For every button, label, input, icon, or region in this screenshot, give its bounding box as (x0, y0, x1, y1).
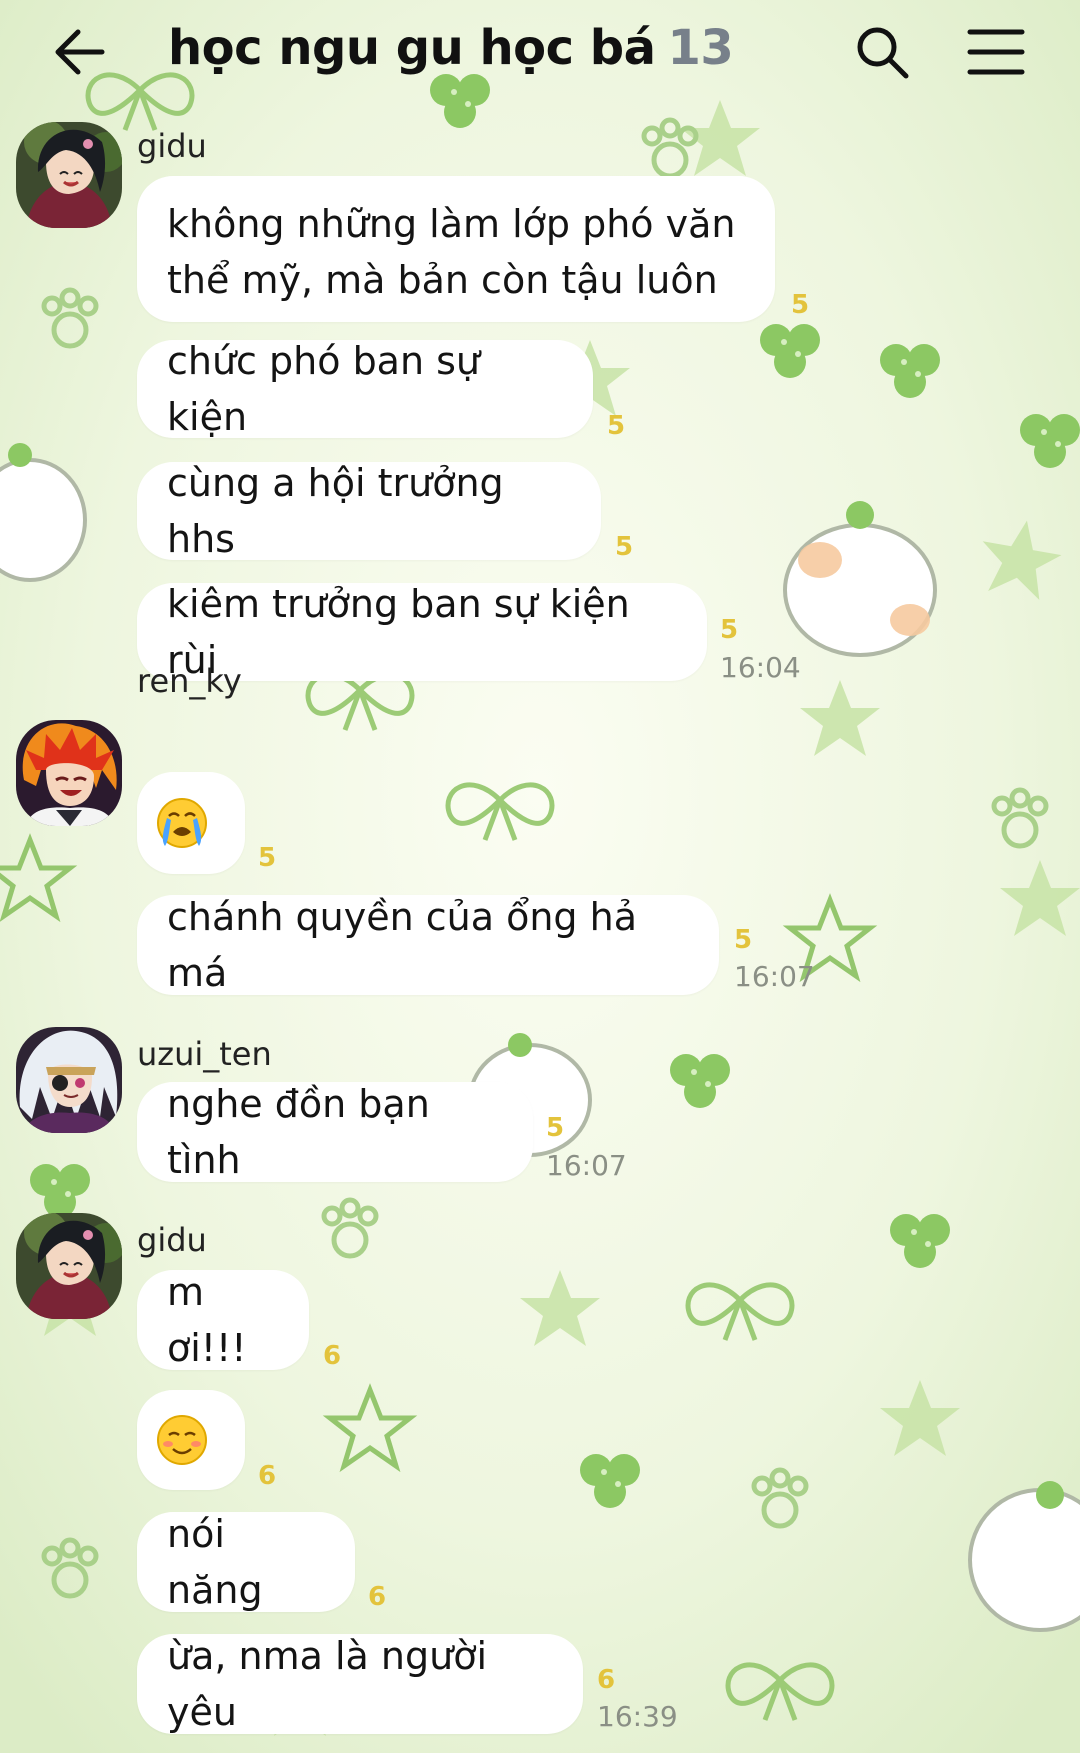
unread-count: 5 (734, 925, 753, 955)
chat-name: học ngu gu học bá (168, 20, 656, 76)
message-bubble[interactable]: chánh quyền của ổng hả má (137, 895, 719, 995)
unread-count: 6 (368, 1582, 387, 1612)
sender-name: ren_ky (137, 662, 242, 700)
message-text: kiêm trưởng ban sự kiện rùi (167, 582, 630, 682)
timestamp: 16:07 (546, 1149, 627, 1182)
avatar-gidu[interactable] (16, 1213, 122, 1319)
sender-name: gidu (137, 127, 207, 165)
member-count: 13 (667, 20, 734, 76)
unread-count: 5 (791, 290, 810, 320)
message-bubble[interactable]: cùng a hội trưởng hhs (137, 461, 601, 561)
menu-icon[interactable] (966, 22, 1026, 82)
back-arrow-icon[interactable] (50, 22, 110, 82)
timestamp: 16:39 (597, 1700, 678, 1733)
message-line: không những làm lớp phó văn (167, 202, 736, 246)
unread-count: 5 (546, 1113, 565, 1143)
search-icon[interactable] (852, 22, 912, 82)
message-bubble[interactable]: chức phó ban sự kiện (137, 339, 593, 439)
message-bubble[interactable]: m ơi!!! (137, 1270, 309, 1370)
message-line: thể mỹ, mà bản còn tậu luôn (167, 258, 718, 302)
unread-count: 6 (323, 1341, 342, 1371)
unread-count: 5 (720, 615, 739, 645)
unread-count: 6 (258, 1461, 277, 1491)
sender-name: uzui_ten (137, 1035, 272, 1073)
message-bubble[interactable]: không những làm lớp phó văn thể mỹ, mà b… (137, 176, 775, 322)
message-text: m ơi!!! (167, 1270, 247, 1370)
smiling-blush-face-emoji-icon (157, 1415, 207, 1465)
message-text: cùng a hội trưởng hhs (167, 461, 504, 561)
crying-face-emoji-icon (157, 798, 207, 848)
message-bubble[interactable]: nói năng (137, 1512, 355, 1612)
message-text: ừa, nma là người yêu (167, 1634, 488, 1734)
unread-count: 5 (615, 532, 634, 562)
avatar-uzui-ten[interactable] (16, 1027, 122, 1133)
avatar-ren-ky[interactable] (16, 720, 122, 826)
message-bubble[interactable]: nghe đồn bạn tình (137, 1082, 533, 1182)
message-text: nói năng (167, 1512, 263, 1612)
timestamp: 16:04 (720, 651, 801, 684)
avatar-gidu[interactable] (16, 122, 122, 228)
message-list: gidu không những làm lớp phó văn thể mỹ,… (0, 0, 1080, 1753)
sender-name: gidu (137, 1221, 207, 1259)
timestamp: 16:07 (734, 960, 815, 993)
message-bubble[interactable]: ừa, nma là người yêu (137, 1634, 583, 1734)
message-bubble[interactable] (137, 1390, 245, 1490)
chat-title: học ngu gu học bá 13 (168, 20, 734, 76)
message-text: chánh quyền của ổng hả má (167, 895, 637, 995)
message-bubble[interactable] (137, 772, 245, 874)
unread-count: 5 (258, 843, 277, 873)
message-text: nghe đồn bạn tình (167, 1082, 430, 1182)
message-text: chức phó ban sự kiện (167, 339, 481, 439)
unread-count: 5 (607, 411, 626, 441)
unread-count: 6 (597, 1665, 616, 1695)
chat-header: học ngu gu học bá 13 (0, 0, 1080, 104)
